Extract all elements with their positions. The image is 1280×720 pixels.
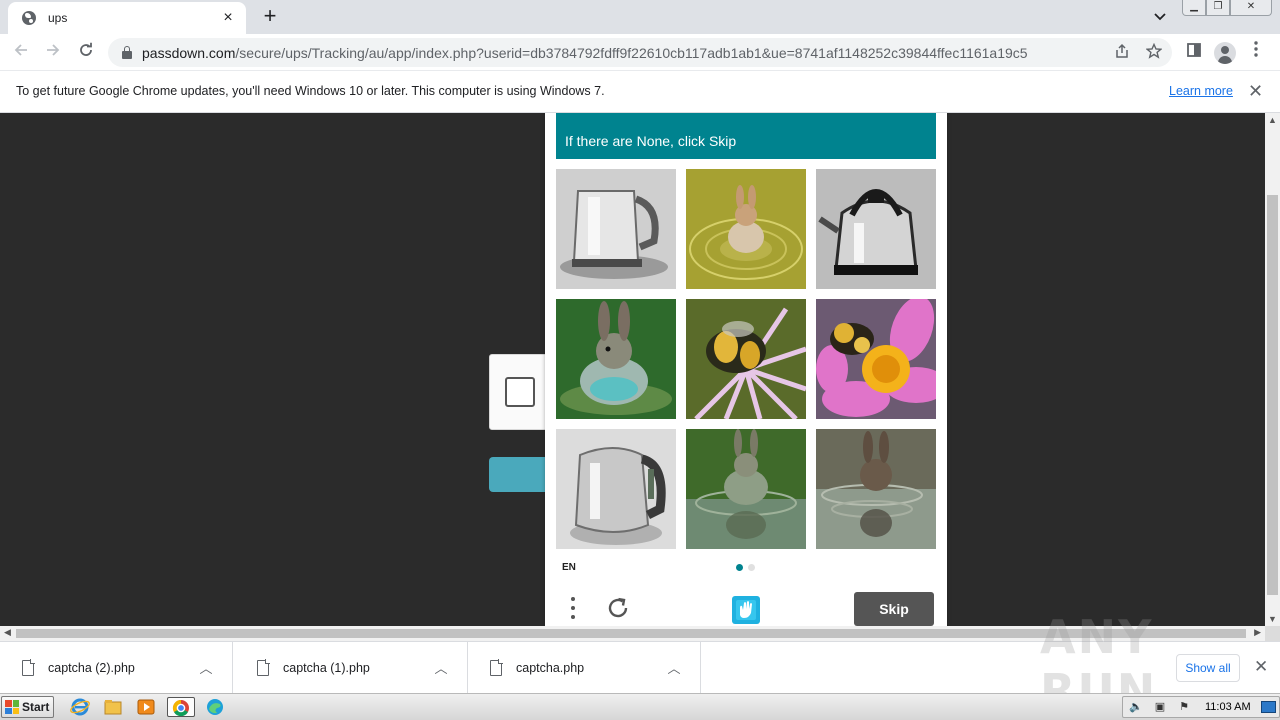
scrollbar-corner [1265,626,1280,641]
captcha-tile-rabbit[interactable] [556,299,676,419]
learn-more-link[interactable]: Learn more [1169,84,1233,98]
skip-button[interactable]: Skip [854,592,934,626]
scroll-up-arrow-icon[interactable]: ▲ [1268,115,1277,125]
captcha-tile-bee[interactable] [686,299,806,419]
scroll-left-arrow-icon[interactable]: ◀ [4,627,11,638]
captcha-prompt: If there are None, click Skip [556,113,936,159]
download-filename: captcha.php [516,660,585,675]
tab-title: ups [48,11,68,25]
browser-toolbar: passdown.com/secure/ups/Tracking/au/app/… [0,34,1280,71]
show-desktop-icon[interactable] [1261,701,1276,713]
download-filename: captcha (1).php [283,660,370,675]
chrome-taskbar-icon[interactable] [167,697,195,717]
windows-logo-icon [5,700,19,714]
window-controls: ▁ ❐ ✕ [1182,0,1272,18]
downloads-close-icon[interactable]: ✕ [1254,657,1268,677]
download-item[interactable]: captcha (1).php ︿ [235,642,468,693]
restore-button[interactable]: ❐ [1206,0,1230,16]
reload-icon[interactable] [73,40,99,66]
taskbar-clock[interactable]: 11:03 AM [1205,701,1251,713]
captcha-tile-kettle[interactable] [816,169,936,289]
update-infobar: To get future Google Chrome updates, you… [0,71,1280,113]
captcha-menu-icon[interactable] [567,597,579,623]
system-tray: 🔈 ▣ ⚑ 11:03 AM [1122,696,1280,718]
vertical-scrollbar[interactable]: ▲ ▼ [1265,113,1280,626]
language-selector[interactable]: EN [562,562,576,573]
page-dot-active [736,564,743,571]
speaker-icon[interactable]: 🔈 [1129,701,1143,714]
file-icon [490,659,503,676]
internet-explorer-icon[interactable] [69,697,91,717]
downloads-bar: captcha (2).php ︿ captcha (1).php ︿ capt… [0,641,1280,693]
new-tab-button[interactable]: + [258,5,282,29]
tab-close-icon[interactable]: × [220,10,236,26]
start-label: Start [22,700,50,714]
kebab-menu-icon[interactable] [1243,40,1269,66]
file-explorer-icon[interactable] [102,697,124,717]
horizontal-scrollbar[interactable]: ◀ ▶ [0,626,1265,641]
profile-avatar-icon[interactable] [1214,42,1236,64]
page-dot [748,564,755,571]
tab-strip: ups × + ▁ ❐ ✕ [0,0,1280,34]
hcaptcha-logo-icon [729,593,763,626]
captcha-tile-kettle[interactable] [556,169,676,289]
show-all-button[interactable]: Show all [1176,654,1240,682]
infobar-message: To get future Google Chrome updates, you… [16,84,605,98]
tab-search-chevron-icon[interactable] [1150,8,1170,26]
media-player-icon[interactable] [135,697,157,717]
chevron-up-icon[interactable]: ︿ [194,658,218,677]
file-icon [257,659,270,676]
scroll-right-arrow-icon[interactable]: ▶ [1254,627,1261,638]
captcha-tile-rabbit[interactable] [686,169,806,289]
captcha-checkbox[interactable] [505,377,535,407]
browser-tab[interactable]: ups × [8,2,246,34]
page-indicator [736,564,755,571]
captcha-challenge: If there are None, click Skip EN Skip [545,113,947,626]
windows-taskbar: Start 🔈 ▣ ⚑ 11:03 AM [0,693,1280,720]
chevron-up-icon[interactable]: ︿ [662,658,686,677]
chevron-up-icon[interactable]: ︿ [429,658,453,677]
minimize-button[interactable]: ▁ [1182,0,1206,16]
url-text: passdown.com/secure/ups/Tracking/au/app/… [142,44,1028,61]
captcha-tile-bee[interactable] [816,299,936,419]
forward-arrow-icon[interactable] [40,40,66,66]
bookmark-star-icon[interactable] [1144,42,1164,63]
file-icon [22,659,35,676]
horizontal-scroll-thumb[interactable] [16,629,1246,638]
infobar-close-icon[interactable]: ✕ [1248,81,1263,102]
captcha-tile-kettle[interactable] [556,429,676,549]
captcha-tile-rabbit[interactable] [686,429,806,549]
close-window-button[interactable]: ✕ [1230,0,1272,16]
back-arrow-icon[interactable] [8,40,34,66]
share-icon[interactable] [1112,43,1132,63]
page-content: If there are None, click Skip EN Skip [0,113,1265,626]
captcha-image-grid [556,169,936,549]
download-item[interactable]: captcha (2).php ︿ [0,642,233,693]
edge-icon[interactable] [204,697,226,717]
scroll-down-arrow-icon[interactable]: ▼ [1268,614,1277,624]
start-button[interactable]: Start [1,696,54,718]
refresh-icon[interactable] [605,595,631,621]
side-panel-icon[interactable] [1181,40,1207,66]
captcha-tile-rabbit[interactable] [816,429,936,549]
vertical-scroll-thumb[interactable] [1267,195,1278,595]
action-center-flag-icon[interactable]: ⚑ [1177,701,1191,714]
download-filename: captcha (2).php [48,660,135,675]
address-bar[interactable]: passdown.com/secure/ups/Tracking/au/app/… [108,38,1172,67]
network-icon[interactable]: ▣ [1153,701,1167,714]
globe-icon [22,11,36,25]
lock-icon[interactable] [122,45,132,59]
download-item[interactable]: captcha.php ︿ [468,642,701,693]
